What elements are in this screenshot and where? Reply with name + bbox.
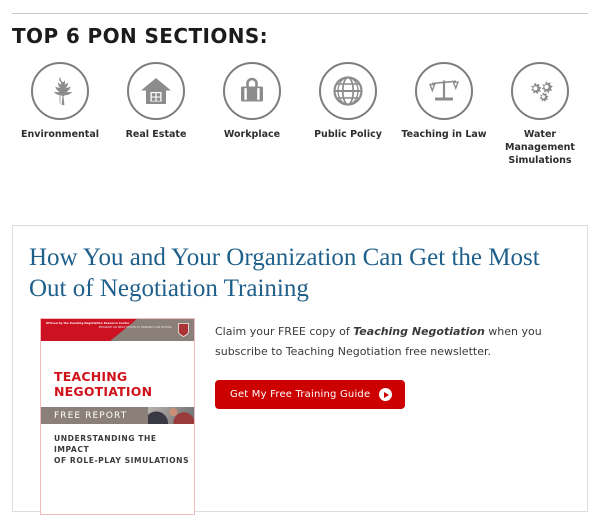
report-cover-title-line2: NEGOTIATION [54, 384, 153, 399]
report-cover-subtitle: UNDERSTANDING THE IMPACT OF ROLE-PLAY SI… [54, 433, 194, 466]
briefcase-icon [223, 62, 281, 120]
get-free-training-guide-button[interactable]: Get My Free Training Guide [215, 380, 406, 409]
top-divider [12, 13, 588, 14]
report-cover-banner: Offered by the Teaching Negotiation Reso… [41, 319, 194, 341]
report-cover-title-line1: TEACHING [54, 369, 128, 384]
promo-claim-prefix: Claim your FREE copy of [215, 325, 354, 338]
promo-body: Offered by the Teaching Negotiation Reso… [40, 318, 571, 515]
sidebar-item-real-estate[interactable]: Real Estate [108, 62, 204, 141]
sidebar-item-label: Public Policy [314, 129, 382, 140]
sidebar-item-label: Real Estate [125, 129, 187, 140]
sidebar-item-label: Teaching in Law [401, 129, 487, 140]
report-cover-photo [148, 407, 194, 424]
promo-claim-text: Claim your FREE copy of Teaching Negotia… [215, 322, 560, 362]
sidebar-item-label: Workplace [223, 129, 281, 140]
promo-card: How You and Your Organization Can Get th… [12, 225, 588, 515]
report-cover-subtitle-line2: OF ROLE-PLAY SIMULATIONS [54, 456, 190, 465]
sidebar-item-public-policy[interactable]: Public Policy [300, 62, 396, 141]
globe-icon [319, 62, 377, 120]
scales-icon [415, 62, 473, 120]
report-cover-image[interactable]: Offered by the Teaching Negotiation Reso… [40, 318, 195, 515]
play-circle-icon [379, 388, 393, 401]
promo-claim-emphasis: Teaching Negotiation [353, 325, 485, 338]
harvard-shield-icon [178, 323, 189, 337]
report-cover-subtitle-line1: UNDERSTANDING THE IMPACT [54, 434, 157, 454]
sidebar-item-environmental[interactable]: Environmental [12, 62, 108, 141]
report-cover-free-report-label: FREE REPORT [54, 410, 128, 421]
sidebar-item-water-management-simulations[interactable]: Water Management Simulations [492, 62, 588, 167]
report-cover-program-text: PROGRAM ON NEGOTIATION AT HARVARD LAW SC… [98, 326, 172, 329]
leaf-icon [31, 62, 89, 120]
gears-icon [511, 62, 569, 120]
report-cover-free-report-bar: FREE REPORT [41, 407, 194, 424]
sidebar-item-label: Water Management Simulations [505, 129, 575, 166]
pon-sections-list: Environmental Real Estate Workplace Publ… [12, 62, 588, 167]
sidebar-item-teaching-in-law[interactable]: Teaching in Law [396, 62, 492, 141]
sidebar-item-label: Environmental [21, 129, 99, 140]
page-title: TOP 6 PON SECTIONS: [12, 24, 269, 48]
cta-button-label: Get My Free Training Guide [230, 389, 371, 400]
report-cover-title: TEACHING NEGOTIATION [54, 369, 194, 399]
sidebar-item-workplace[interactable]: Workplace [204, 62, 300, 141]
promo-right-column: Claim your FREE copy of Teaching Negotia… [215, 318, 571, 515]
promo-title: How You and Your Organization Can Get th… [29, 244, 540, 302]
house-icon [127, 62, 185, 120]
